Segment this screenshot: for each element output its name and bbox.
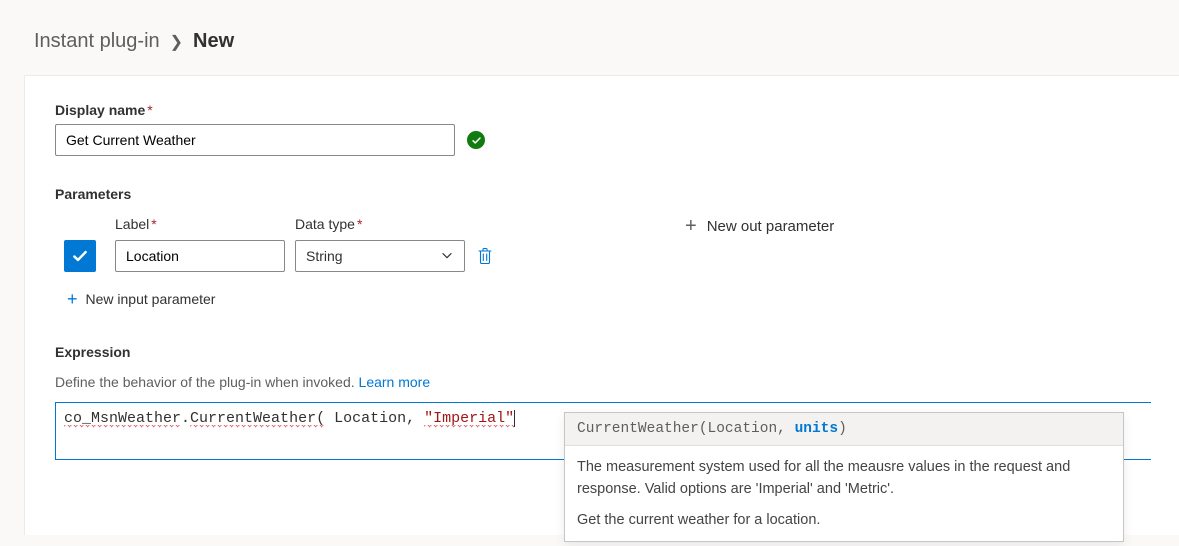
learn-more-link[interactable]: Learn more bbox=[359, 374, 431, 390]
parameter-checkbox[interactable] bbox=[64, 240, 96, 272]
parameter-type-select[interactable]: String bbox=[295, 240, 465, 272]
new-input-parameter-button[interactable]: + New input parameter bbox=[65, 286, 217, 312]
delete-parameter-button[interactable] bbox=[475, 246, 495, 266]
success-check-icon bbox=[467, 131, 485, 149]
new-out-parameter-button[interactable]: + New out parameter bbox=[685, 216, 834, 236]
expression-help-text: Define the behavior of the plug-in when … bbox=[55, 374, 1151, 390]
text-cursor bbox=[514, 410, 515, 427]
intellisense-method-help: Get the current weather for a location. bbox=[565, 507, 1123, 541]
column-header-datatype: Data type* bbox=[295, 216, 465, 232]
parameter-label-input[interactable] bbox=[115, 240, 285, 272]
required-indicator: * bbox=[151, 216, 156, 232]
plus-icon: + bbox=[67, 290, 78, 308]
parameters-heading: Parameters bbox=[55, 186, 1151, 202]
intellisense-tooltip: CurrentWeather(Location, units) The meas… bbox=[564, 412, 1124, 542]
required-indicator: * bbox=[147, 102, 152, 118]
breadcrumb-current: New bbox=[193, 30, 234, 53]
intellisense-param-help: The measurement system used for all the … bbox=[565, 446, 1123, 507]
required-indicator: * bbox=[357, 216, 362, 232]
chevron-down-icon bbox=[440, 248, 454, 265]
chevron-right-icon: ❯ bbox=[170, 32, 183, 52]
expression-heading: Expression bbox=[55, 344, 1151, 360]
display-name-input[interactable] bbox=[55, 124, 455, 156]
display-name-label: Display name* bbox=[55, 102, 1151, 118]
plus-icon: + bbox=[685, 216, 697, 236]
breadcrumb-parent-link[interactable]: Instant plug-in bbox=[34, 30, 160, 53]
breadcrumb: Instant plug-in ❯ New bbox=[0, 0, 1179, 53]
intellisense-signature: CurrentWeather(Location, units) bbox=[565, 413, 1123, 446]
parameter-type-value: String bbox=[306, 248, 343, 264]
form-card: Display name* Parameters Label* Data typ… bbox=[24, 75, 1179, 535]
column-header-label: Label* bbox=[115, 216, 285, 232]
